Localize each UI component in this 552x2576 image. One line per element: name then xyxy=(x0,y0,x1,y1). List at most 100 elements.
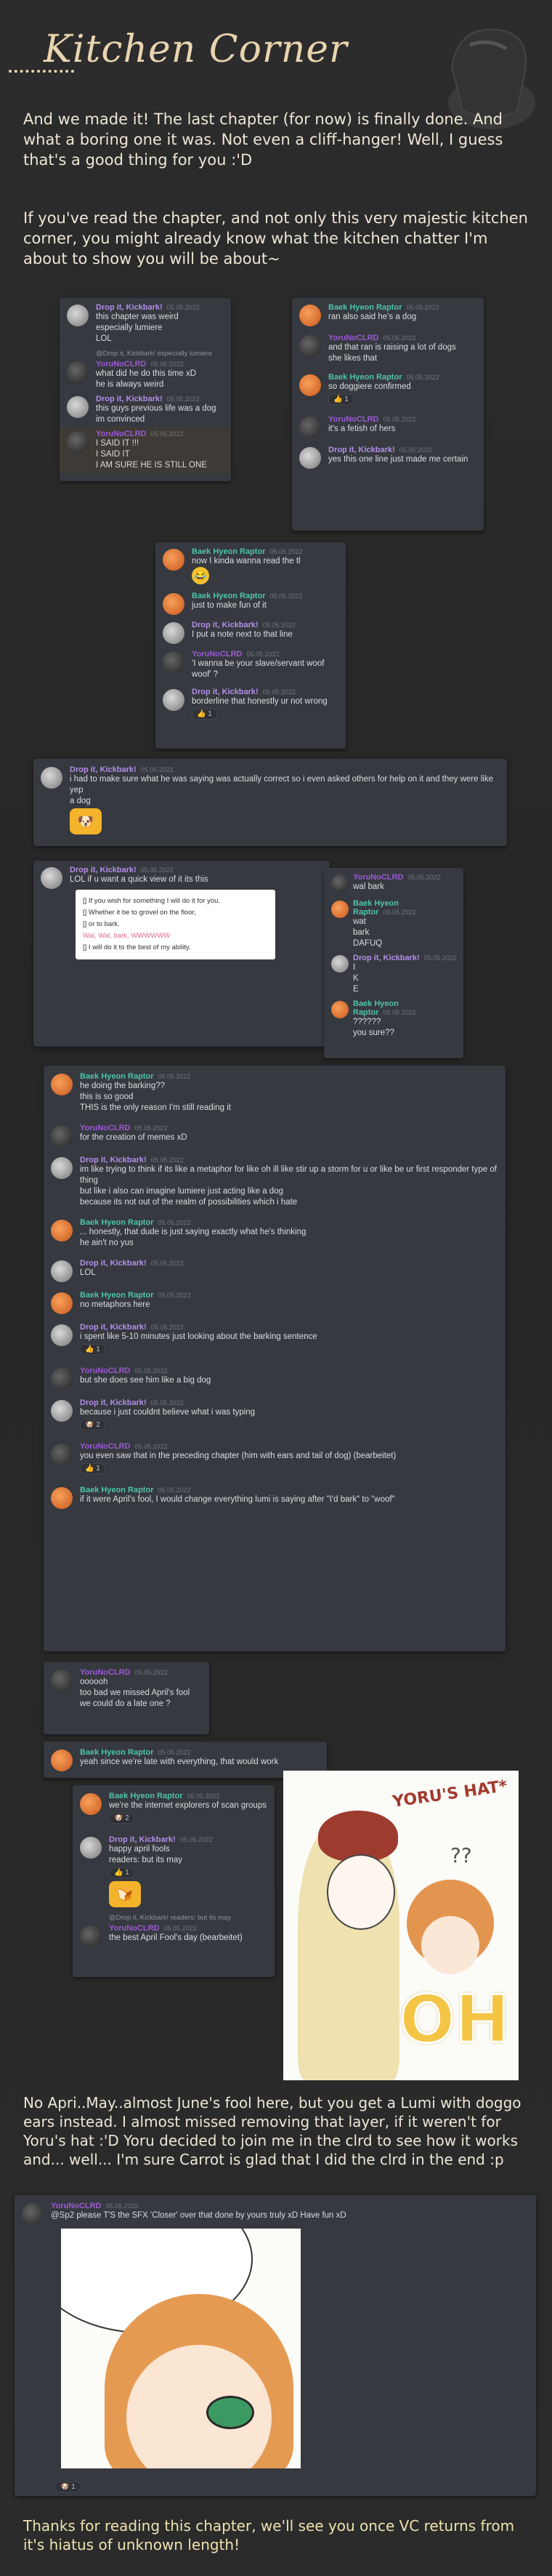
message-text: and that ran is raising a lot of dogs xyxy=(328,343,456,352)
message-text: he is always weird xyxy=(96,380,164,389)
message-text: im like trying to think if its like a me… xyxy=(80,1165,500,1185)
chat-message: YoruNoCLRD 05.05.2022 but she does see hi… xyxy=(44,1364,506,1390)
avatar xyxy=(41,767,62,789)
avatar xyxy=(163,622,184,644)
message-text: LOL if u want a quick view of it its thi… xyxy=(70,875,208,884)
message-text: readers: but its may xyxy=(109,1856,182,1864)
avatar xyxy=(299,335,321,357)
avatar xyxy=(163,549,184,571)
message-text: he ain't no yus xyxy=(80,1239,134,1247)
message-text: yes this one line just made me certain xyxy=(328,455,468,464)
timestamp: 05.05.2022 xyxy=(105,2202,139,2210)
reaction-badge[interactable]: 🐶 1 xyxy=(55,2482,81,2492)
avatar xyxy=(51,1750,73,1771)
avatar xyxy=(51,1324,73,1346)
reaction-badge[interactable]: 👍 1 xyxy=(80,1344,105,1355)
timestamp: 05.05.2022 xyxy=(406,304,439,311)
avatar xyxy=(80,1837,102,1859)
message-text: a dog xyxy=(70,797,91,805)
timestamp: 05.05.2022 xyxy=(158,1292,191,1299)
timestamp: 05.05.2022 xyxy=(383,416,416,423)
timestamp: 05.05.2022 xyxy=(134,1669,168,1676)
dog-ears-face xyxy=(421,1916,479,1974)
avatar xyxy=(22,2203,44,2225)
intro-paragraph-1: And we made it! The last chapter (for no… xyxy=(23,110,503,169)
chat-message: Drop it, Kickbark! 05.05.2022 I put a not… xyxy=(155,619,346,645)
reply-preview: @Drop it, Kickbark! readers: but its may xyxy=(109,1914,232,1922)
chat-message: Baek Hyeon Raptor 05.05.2022 yeah since w… xyxy=(44,1746,327,1772)
message-text: 'I wanna be your slave/servant woof woof… xyxy=(192,659,327,679)
timestamp: 05.05.2022 xyxy=(423,954,457,962)
avatar xyxy=(299,374,321,396)
message-text: @Sp2 please T'S the SFX 'Closer' over th… xyxy=(51,2211,346,2220)
chat-screenshot-8: YoruNoCLRD 05.05.2022 oooooh too bad we m… xyxy=(44,1662,209,1734)
avatar xyxy=(51,1444,73,1465)
timestamp: 05.05.2022 xyxy=(246,651,280,658)
username: Baek Hyeon Raptor xyxy=(109,1792,183,1800)
chat-message: YoruNoCLRD 05.05.2022 wal bark xyxy=(324,871,463,897)
chat-screenshot-3: Baek Hyeon Raptor 05.05.2022 now I kinda … xyxy=(155,542,346,749)
avatar xyxy=(51,1125,73,1147)
avatar xyxy=(163,689,184,711)
avatar xyxy=(80,1925,102,1947)
message-text: just to make fun of it xyxy=(192,601,267,610)
chat-message: YoruNoCLRD 05.05.2022 you even saw that i… xyxy=(44,1440,506,1478)
chat-message: Drop it, Kickbark! 05.05.2022 happy april… xyxy=(73,1833,275,1911)
chat-message: Drop it, Kickbark! 05.05.2022 I K E xyxy=(324,951,463,997)
username: Drop it, Kickbark! xyxy=(70,866,137,874)
reaction-badge[interactable]: 🐶 2 xyxy=(109,1813,134,1824)
reaction-badge[interactable]: 👍 1 xyxy=(109,1867,134,1878)
avatar xyxy=(331,874,349,892)
avatar xyxy=(51,1670,73,1691)
message-text: too bad we missed April's fool xyxy=(80,1689,190,1697)
message-text: especially lumiere xyxy=(96,323,163,332)
chat-message: Baek Hyeon Raptor 05.05.2022 just to make… xyxy=(155,589,346,616)
translation-line: [] I will do it to the best of my abilit… xyxy=(83,943,191,951)
username: YoruNoCLRD xyxy=(96,430,147,438)
timestamp: 05.05.2022 xyxy=(158,1073,191,1080)
timestamp: 05.05.2022 xyxy=(163,1925,197,1932)
message-text: yeah since we're late with everything, t… xyxy=(80,1758,279,1766)
username: YoruNoCLRD xyxy=(80,1668,131,1677)
reaction-badge[interactable]: 👍 1 xyxy=(192,709,217,720)
chat-message: Drop it, Kickbark! 05.05.2022 borderline … xyxy=(155,685,346,723)
outro-paragraph: Thanks for reading this chapter, we'll s… xyxy=(23,2517,515,2553)
reaction-badge[interactable]: 👍 1 xyxy=(328,394,354,405)
timestamp: 05.05.2022 xyxy=(383,1009,416,1016)
message-text: we could do a late one ? xyxy=(80,1699,171,1708)
username: Drop it, Kickbark! xyxy=(192,621,259,629)
avatar xyxy=(51,1487,73,1509)
chat-screenshot-1: Drop it, Kickbark! 05.05.2022 this chapte… xyxy=(60,298,231,481)
message-text: this chapter was weird xyxy=(96,313,179,321)
chat-message: Baek Hyeon Raptor 05.05.2022 if it were A… xyxy=(44,1484,506,1510)
timestamp: 05.05.2022 xyxy=(158,1486,191,1494)
reaction-badge[interactable]: 👍 1 xyxy=(80,1463,105,1474)
avatar xyxy=(51,1074,73,1095)
reaction-count: 1 xyxy=(208,710,212,718)
message-text: K xyxy=(353,974,359,983)
message-text: DAFUQ xyxy=(353,939,383,948)
chat-message: YoruNoCLRD 05.05.2022 it's a fetish of he… xyxy=(292,413,484,439)
username: YoruNoCLRD xyxy=(353,873,404,882)
chat-message: Drop it, Kickbark! 05.05.2022 i had to ma… xyxy=(33,763,507,838)
chat-message: Drop it, Kickbark! 05.05.2022 because i j… xyxy=(44,1396,506,1434)
timestamp: 05.05.2022 xyxy=(134,1443,168,1450)
chat-message: Baek Hyeon Raptor 05.05.2022 ?????? you s… xyxy=(324,997,463,1041)
intro-paragraph-2: If you've read the chapter, and not only… xyxy=(23,209,528,267)
username: Drop it, Kickbark! xyxy=(80,1398,147,1407)
timestamp: 05.05.2022 xyxy=(150,1399,184,1406)
timestamp: 05.05.2022 xyxy=(262,621,296,629)
message-text: borderline that honestly ur not wrong xyxy=(192,697,328,706)
chat-message: Baek Hyeon Raptor 05.05.2022 ran also sai… xyxy=(292,301,484,327)
timestamp: 05.05.2022 xyxy=(150,1324,184,1331)
chat-message: Baek Hyeon Raptor 05.05.2022 now I kinda … xyxy=(155,545,346,587)
avatar xyxy=(51,1400,73,1422)
middle-paragraph: No Apri..May..almost June's fool here, b… xyxy=(23,2094,521,2168)
message-text: im convinced xyxy=(96,415,145,424)
reaction-badge[interactable]: 🐶 2 xyxy=(80,1420,105,1430)
chat-message: YoruNoCLRD 05.05.2022 for the creation of… xyxy=(44,1122,506,1148)
sfx-question: ?? xyxy=(450,1843,472,1867)
timestamp: 05.05.2022 xyxy=(166,395,200,403)
timestamp: 05.05.2022 xyxy=(383,334,416,342)
message-text: what did he do this time xD xyxy=(96,369,197,378)
